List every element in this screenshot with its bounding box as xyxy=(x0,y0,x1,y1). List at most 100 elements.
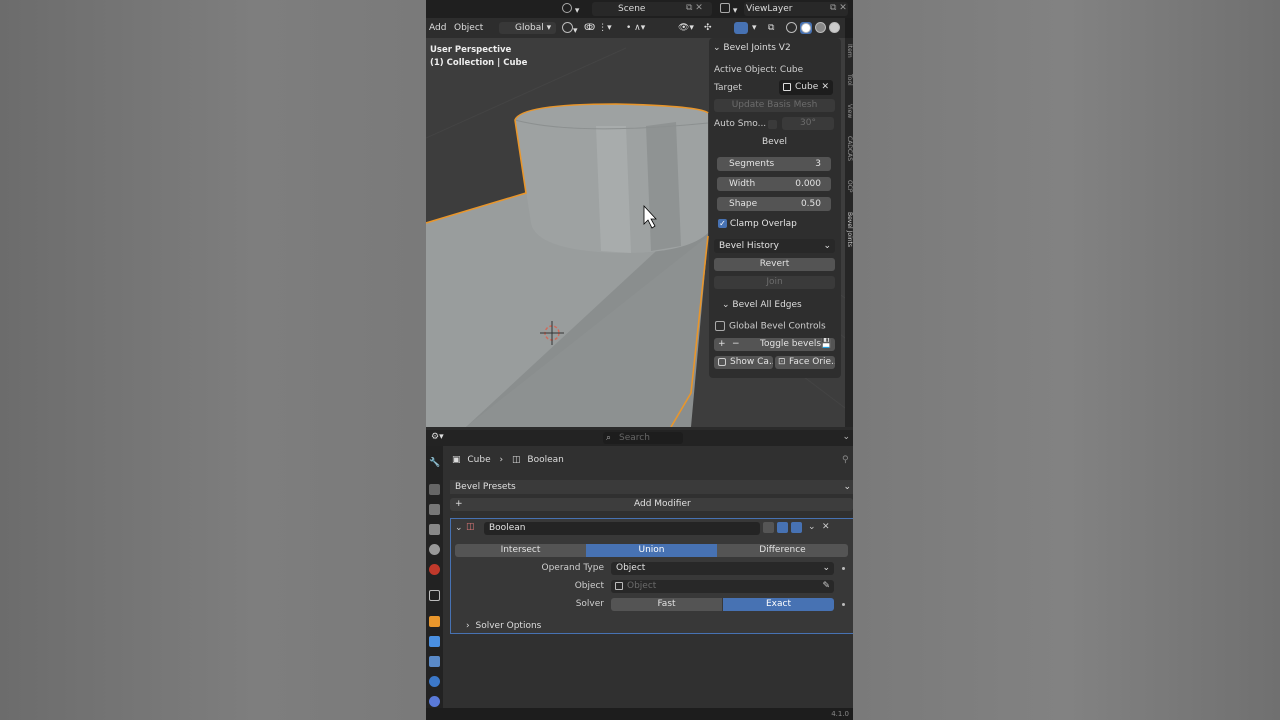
overlays-dropdown-icon[interactable]: ▾ xyxy=(752,22,757,34)
viewport-display-toggle-icon[interactable] xyxy=(777,522,788,533)
constraints-tab-icon[interactable] xyxy=(429,696,440,707)
view-layer-tab-icon[interactable] xyxy=(429,524,440,535)
width-field[interactable]: Width 0.000 xyxy=(717,177,831,191)
object-field[interactable]: Object ✎ xyxy=(611,580,834,593)
tab-ocp[interactable]: OCP xyxy=(845,180,853,206)
tab-item[interactable]: Item xyxy=(845,44,853,70)
material-shading-icon[interactable] xyxy=(815,22,826,37)
operand-type-dropdown[interactable]: Object ⌄ xyxy=(611,562,834,575)
editor-type-icon[interactable]: ⚙▾ xyxy=(431,432,444,442)
breadcrumb-modifier[interactable]: Boolean xyxy=(527,455,563,465)
rendered-shading-icon[interactable] xyxy=(829,22,840,37)
bevel-history-dropdown[interactable]: Bevel History ⌄ xyxy=(714,239,835,253)
update-basis-mesh-button[interactable]: Update Basis Mesh xyxy=(714,99,835,112)
pivot-icon[interactable]: ▾ xyxy=(562,22,578,37)
tab-tool[interactable]: Tool xyxy=(845,74,853,100)
checkbox-checked-icon: ✓ xyxy=(718,219,727,228)
target-field[interactable]: Cube ✕ xyxy=(779,80,833,95)
tab-view[interactable]: View xyxy=(845,104,853,132)
toggle-bevels-row: + − Toggle bevels 💾 xyxy=(714,338,835,351)
active-object-label: Active Object: Cube xyxy=(714,65,804,75)
object-menu[interactable]: Object xyxy=(454,22,483,34)
add-modifier-button[interactable]: + Add Modifier xyxy=(450,498,853,511)
segments-field[interactable]: Segments 3 xyxy=(717,157,831,171)
revert-button[interactable]: Revert xyxy=(714,258,835,271)
add-menu[interactable]: Add xyxy=(429,22,446,34)
chevron-down-icon: ⌄ xyxy=(843,482,851,492)
modifier-tab-icon[interactable] xyxy=(429,636,440,647)
solver-fast-button[interactable]: Fast xyxy=(611,598,722,611)
mesh-object-icon xyxy=(783,83,791,91)
sidebar-tabs: Item Tool View CADCAS OCP Bevel Joints xyxy=(845,38,853,427)
chevron-down-icon[interactable]: ⌄ xyxy=(842,432,850,442)
toggle-bevels-button[interactable]: Toggle bevels xyxy=(760,338,821,351)
eyedropper-icon[interactable]: ✎ xyxy=(822,580,830,593)
chevron-down-icon[interactable]: ⌄ xyxy=(455,523,463,533)
overlays-icon[interactable] xyxy=(734,22,748,34)
render-tab-icon[interactable] xyxy=(429,484,440,495)
viewlayer-type-icon[interactable]: ▾ xyxy=(720,3,737,16)
save-icon[interactable]: 💾 xyxy=(821,338,832,351)
clear-target-icon[interactable]: ✕ xyxy=(821,80,829,95)
clamp-overlap-toggle[interactable]: ✓ Clamp Overlap xyxy=(718,219,797,229)
auto-smooth-angle-field[interactable]: 30° xyxy=(782,117,834,130)
remove-icon[interactable]: − xyxy=(732,338,740,351)
particles-tab-icon[interactable] xyxy=(429,656,440,667)
xray-icon[interactable]: ⧉ xyxy=(768,22,774,34)
status-bar: 4.1.0 xyxy=(426,708,853,720)
world-tab-icon[interactable] xyxy=(429,564,440,575)
view-name: User Perspective xyxy=(430,45,512,55)
chevron-down-icon[interactable]: ⌄ xyxy=(808,522,816,532)
union-button[interactable]: Union xyxy=(586,544,717,557)
scene-name: Scene xyxy=(618,4,646,14)
keyframe-dot-icon[interactable] xyxy=(842,603,845,606)
auto-smooth-checkbox[interactable] xyxy=(768,120,777,129)
snap-icon[interactable]: ↂ ⋮▾ xyxy=(584,22,612,34)
scene-copy-icon[interactable]: ⧉ ✕ xyxy=(686,3,703,13)
bevel-joints-panel-header[interactable]: ⌄ Bevel Joints V2 xyxy=(713,43,791,53)
face-orientation-button[interactable]: ⊡ Face Orie... xyxy=(775,356,835,369)
bevel-presets-panel[interactable]: Bevel Presets ⌄ xyxy=(450,480,853,494)
show-cage-label: Show Ca... xyxy=(730,357,773,367)
render-toggle-icon[interactable] xyxy=(791,522,802,533)
clamp-overlap-label: Clamp Overlap xyxy=(729,219,797,229)
segments-value: 3 xyxy=(815,159,821,169)
width-value: 0.000 xyxy=(795,179,821,189)
segments-label: Segments xyxy=(729,159,775,169)
tool-tab-icon[interactable]: 🔧 xyxy=(429,458,440,469)
scene-type-icon[interactable]: ▾ xyxy=(562,3,592,16)
gizmo-icon[interactable]: ✣ xyxy=(704,22,712,34)
modifier-name-field[interactable]: Boolean xyxy=(484,522,760,535)
solid-shading-icon[interactable] xyxy=(800,22,812,34)
search-field[interactable]: ⌕ Search xyxy=(603,432,683,444)
breadcrumb-object[interactable]: Cube xyxy=(467,455,490,465)
show-cage-button[interactable]: Show Ca... xyxy=(714,356,773,369)
bevel-all-edges-header[interactable]: ⌄ Bevel All Edges xyxy=(722,300,802,310)
viewlayer-copy-icon[interactable]: ⧉ ✕ xyxy=(830,3,847,13)
collection-tab-icon[interactable] xyxy=(429,590,440,601)
tab-bevel-joints[interactable]: Bevel Joints xyxy=(845,212,853,272)
shape-field[interactable]: Shape 0.50 xyxy=(717,197,831,211)
solver-exact-button[interactable]: Exact xyxy=(723,598,834,611)
add-icon[interactable]: + xyxy=(718,338,726,351)
global-bevel-controls-toggle[interactable]: Global Bevel Controls xyxy=(715,321,826,332)
tab-cadcas[interactable]: CADCAS xyxy=(845,136,853,176)
join-button[interactable]: Join xyxy=(714,276,835,289)
output-tab-icon[interactable] xyxy=(429,504,440,515)
difference-button[interactable]: Difference xyxy=(717,544,848,557)
visibility-icon[interactable]: 👁▾ xyxy=(678,22,694,34)
pin-icon[interactable]: ⚲ xyxy=(842,455,849,465)
transform-orientation-dropdown[interactable]: Global ▾ xyxy=(499,22,556,34)
edit-mode-toggle-icon[interactable] xyxy=(763,522,774,533)
physics-tab-icon[interactable] xyxy=(429,676,440,687)
chevron-down-icon: ⌄ xyxy=(713,43,721,53)
object-tab-icon[interactable] xyxy=(429,616,440,627)
intersect-button[interactable]: Intersect xyxy=(455,544,586,557)
scene-tab-icon[interactable] xyxy=(429,544,440,555)
close-icon[interactable]: ✕ xyxy=(822,522,830,532)
solver-options-subpanel[interactable]: › Solver Options xyxy=(466,621,541,631)
wireframe-shading-icon[interactable] xyxy=(786,22,797,37)
keyframe-dot-icon[interactable] xyxy=(842,567,845,570)
proportional-edit-icon[interactable]: • ∧▾ xyxy=(626,22,645,34)
bevel-all-edges-label: Bevel All Edges xyxy=(732,300,802,310)
